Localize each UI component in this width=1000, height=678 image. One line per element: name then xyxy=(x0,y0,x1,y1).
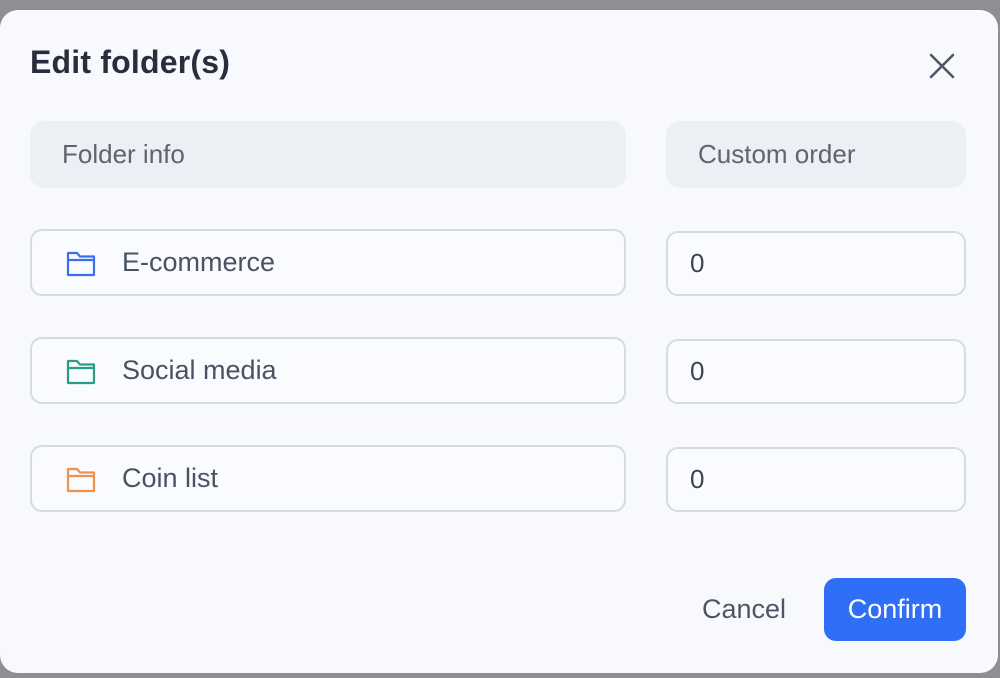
custom-order-input-coin-list[interactable] xyxy=(666,447,966,512)
confirm-button[interactable]: Confirm xyxy=(824,578,966,641)
custom-order-input-e-commerce[interactable] xyxy=(666,231,966,296)
header-folder-info: Folder info xyxy=(30,121,626,188)
folder-icon xyxy=(66,248,96,278)
folder-row-e-commerce[interactable]: E-commerce xyxy=(30,229,626,296)
custom-order-input-social-media[interactable] xyxy=(666,339,966,404)
dialog-title: Edit folder(s) xyxy=(30,44,231,80)
folder-row-social-media[interactable]: Social media xyxy=(30,337,626,404)
folder-icon xyxy=(66,356,96,386)
folder-name: Coin list xyxy=(122,463,219,493)
close-button[interactable] xyxy=(920,44,964,88)
cancel-button[interactable]: Cancel xyxy=(686,578,802,640)
folder-icon xyxy=(66,464,96,494)
edit-folders-dialog: Edit folder(s) Folder info Custom order … xyxy=(0,10,998,673)
folder-name: E-commerce xyxy=(122,247,276,277)
header-custom-order: Custom order xyxy=(666,121,966,188)
folder-row-coin-list[interactable]: Coin list xyxy=(30,445,626,512)
close-icon xyxy=(929,53,955,79)
folder-name: Social media xyxy=(122,355,277,385)
